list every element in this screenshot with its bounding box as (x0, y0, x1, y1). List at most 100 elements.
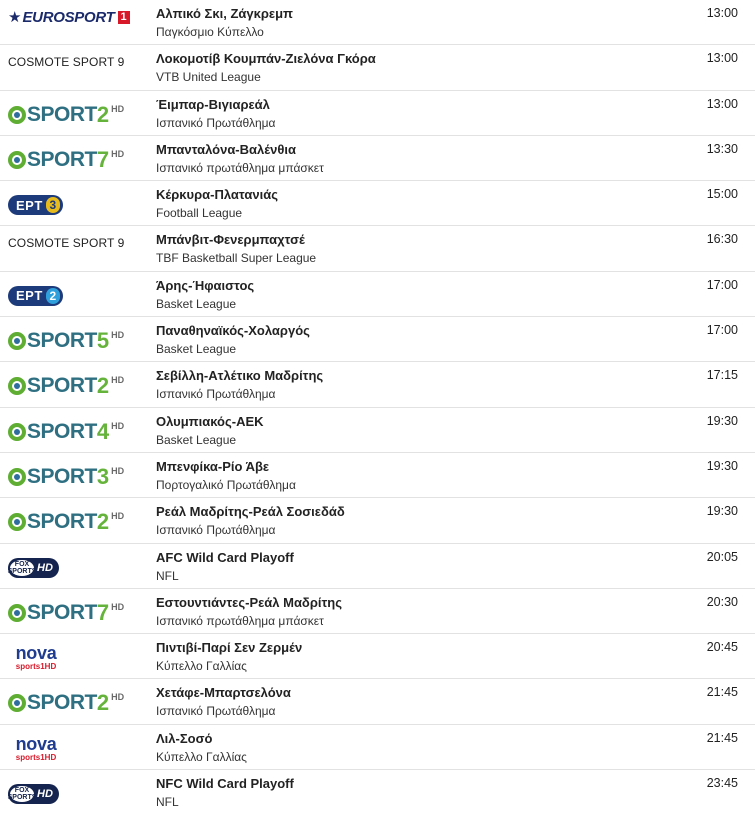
channel-number: 2 (96, 101, 110, 127)
event-time: 13:00 (706, 6, 738, 20)
ert2-logo: ΕΡΤ 2 (8, 285, 63, 306)
event-competition: VTB United League (156, 70, 261, 85)
nova-sports1-hd-logo: nova sports1HD (8, 644, 64, 671)
sport-ring-icon (8, 105, 26, 124)
channel-name: SPORT (27, 147, 97, 171)
event-info: NFC Wild Card Playoff NFL (156, 775, 294, 811)
schedule-row[interactable]: SPORT 2 HD Ρεάλ Μαδρίτης-Ρεάλ Σοσιεδάδ Ισπαν… (0, 498, 755, 544)
event-time: 19:30 (706, 504, 738, 519)
sport2-hd-logo: SPORT 2 HD (8, 102, 124, 128)
hd-label: HD (111, 148, 125, 159)
channel-name: SPORT (27, 600, 97, 624)
event-title[interactable]: Χετάφε-Μπαρτσελόνα (156, 684, 291, 702)
eurosport-logo: ★ EUROSPORT 1 (8, 8, 130, 26)
event-competition: Κύπελλο Γαλλίας (156, 749, 247, 764)
schedule-row[interactable]: FOX SPORTS HD NFC Wild Card Playoff NFL 23:4… (0, 770, 755, 815)
tv-schedule-list: ★ EUROSPORT 1 Αλπικό Σκι, Ζάγκρεμπ Παγκόσμιο… (0, 0, 755, 815)
event-info: Αλπικό Σκι, Ζάγκρεμπ Παγκόσμιο Κύπελλο (156, 5, 293, 41)
nova-sports1-hd-logo: nova sports1HD (8, 735, 64, 762)
event-time: 13:00 (706, 51, 738, 66)
event-time: 21:45 (706, 730, 738, 745)
event-info: Λιλ-Σοσό Κύπελλο Γαλλίας (156, 730, 247, 766)
channel-logo: nova sports1HD (8, 733, 148, 765)
event-title[interactable]: Μπενφίκα-Ρίο Άβε (156, 458, 296, 476)
star-icon: ★ (8, 9, 22, 26)
channel-number: 2 (96, 509, 110, 535)
event-title[interactable]: Ρεάλ Μαδρίτης-Ρεάλ Σοσιεδάδ (156, 503, 345, 521)
schedule-row[interactable]: COSMOTE SPORT 9 Λοκομοτίβ Κουμπάν-Ζιελόνα… (0, 45, 755, 91)
channel-logo: COSMOTE SPORT 9 (8, 53, 148, 85)
sport4-hd-logo: SPORT 4 HD (8, 419, 124, 445)
event-competition: Ισπανικό πρωτάθλημα μπάσκετ (156, 160, 324, 175)
event-time: 20:05 (706, 549, 738, 564)
event-title[interactable]: NFC Wild Card Playoff (156, 775, 294, 793)
event-title[interactable]: Μπάνβιτ-Φενερμπαχτσέ (156, 231, 316, 249)
channel-logo: nova sports1HD (8, 642, 148, 674)
event-time: 15:00 (706, 187, 738, 202)
schedule-row[interactable]: SPORT 2 HD Έιμπαρ-Βιγιαρεάλ Ισπανικό Πρωτάθλ… (0, 91, 755, 136)
channel-logo: SPORT 5 HD (8, 325, 148, 357)
channel-name: ΕΡΤ (16, 288, 43, 304)
event-info: Μπανταλόνα-Βαλένθια Ισπανικό πρωτάθλημα μ… (156, 141, 324, 177)
schedule-row[interactable]: SPORT 3 HD Μπενφίκα-Ρίο Άβε Πορτογαλικό Πρωτ… (0, 453, 755, 499)
channel-logo: ★ EUROSPORT 1 (8, 8, 148, 40)
schedule-row[interactable]: SPORT 7 HD Εστουντιάντες-Ρεάλ Μαδρίτης Ισπαν… (0, 589, 755, 635)
schedule-row[interactable]: COSMOTE SPORT 9 Μπάνβιτ-Φενερμπαχτσέ TBF B… (0, 226, 755, 272)
schedule-row[interactable]: FOX SPORTS HD AFC Wild Card Playoff NFL 20:0… (0, 544, 755, 589)
event-info: AFC Wild Card Playoff NFL (156, 549, 294, 585)
channel-logo: FOX SPORTS HD (8, 778, 148, 810)
sport-ring-icon (8, 694, 26, 713)
channel-name: SPORT (27, 419, 97, 443)
schedule-row[interactable]: SPORT 7 HD Μπανταλόνα-Βαλένθια Ισπανικό πρωτ… (0, 136, 755, 182)
event-title[interactable]: AFC Wild Card Playoff (156, 549, 294, 567)
event-title[interactable]: Λιλ-Σοσό (156, 730, 247, 748)
event-title[interactable]: Μπανταλόνα-Βαλένθια (156, 141, 324, 159)
schedule-row[interactable]: SPORT 2 HD Χετάφε-Μπαρτσελόνα Ισπανικό Πρωτά… (0, 679, 755, 725)
sport2-hd-logo: SPORT 2 HD (8, 690, 124, 716)
event-competition: Ισπανικό Πρωτάθλημα (156, 115, 276, 130)
event-time: 21:45 (706, 685, 738, 700)
event-title[interactable]: Λοκομοτίβ Κουμπάν-Ζιελόνα Γκόρα (156, 50, 376, 68)
schedule-row[interactable]: SPORT 2 HD Σεβίλλη-Ατλέτικο Μαδρίτης Ισπανικ… (0, 362, 755, 408)
event-title[interactable]: Κέρκυρα-Πλατανιάς (156, 186, 278, 204)
event-title[interactable]: Έιμπαρ-Βιγιαρεάλ (156, 96, 275, 114)
event-title[interactable]: Πιντιβί-Παρί Σεν Ζερμέν (156, 639, 302, 657)
fox-sports-hd-logo: FOX SPORTS HD (7, 557, 59, 578)
event-title[interactable]: Αλπικό Σκι, Ζάγκρεμπ (156, 5, 293, 23)
channel-number: 3 (45, 197, 60, 214)
event-competition: Παγκόσμιο Κύπελλο (156, 25, 264, 39)
channel-logo: ΕΡΤ 2 (8, 280, 148, 312)
channel-number: 1 (117, 10, 130, 24)
hd-label: HD (37, 561, 53, 574)
event-competition: Basket League (156, 296, 237, 311)
fox-sports-hd-logo: FOX SPORTS HD (8, 784, 59, 805)
schedule-row[interactable]: SPORT 5 HD Παναθηναϊκός-Χολαργός Basket Leag… (0, 317, 755, 363)
channel-logo: SPORT 2 HD (8, 370, 148, 402)
schedule-row[interactable]: ΕΡΤ 2 Άρης-Ήφαιστος Basket League 17:00 (0, 272, 755, 318)
event-time: 16:30 (706, 232, 738, 247)
schedule-row[interactable]: ★ EUROSPORT 1 Αλπικό Σκι, Ζάγκρεμπ Παγκόσμιο… (0, 0, 755, 46)
event-title[interactable]: Παναθηναϊκός-Χολαργός (156, 322, 310, 340)
schedule-row[interactable]: nova sports1HD Λιλ-Σοσό Κύπελλο Γαλλίας 21:4… (0, 725, 755, 771)
channel-logo: SPORT 3 HD (8, 461, 148, 493)
event-competition: Ισπανικό πρωτάθλημα μπάσκετ (156, 613, 324, 628)
schedule-row[interactable]: ΕΡΤ 3 Κέρκυρα-Πλατανιάς Football League 15:0… (0, 181, 755, 227)
event-time: 19:30 (706, 413, 738, 428)
hd-label: HD (111, 103, 125, 114)
event-competition: Basket League (156, 432, 237, 447)
hd-label: HD (111, 601, 125, 612)
channel-number: 3 (96, 463, 110, 489)
channel-name: FOX SPORTS (7, 559, 37, 576)
schedule-row[interactable]: SPORT 4 HD Ολυμπιακός-ΑΕΚ Basket League 19:30 (0, 408, 755, 453)
event-title[interactable]: Εστουντιάντες-Ρεάλ Μαδρίτης (156, 594, 342, 612)
event-time: 19:30 (706, 458, 738, 473)
hd-label: HD (111, 465, 125, 476)
event-title[interactable]: Άρης-Ήφαιστος (156, 277, 254, 295)
channel-logo: SPORT 2 HD (8, 506, 148, 538)
event-title[interactable]: Ολυμπιακός-ΑΕΚ (156, 413, 264, 431)
schedule-row[interactable]: nova sports1HD Πιντιβί-Παρί Σεν Ζερμέν Κύπε… (0, 634, 755, 680)
event-title[interactable]: Σεβίλλη-Ατλέτικο Μαδρίτης (156, 367, 323, 385)
sport-ring-icon (8, 422, 26, 441)
event-info: Έιμπαρ-Βιγιαρεάλ Ισπανικό Πρωτάθλημα (156, 96, 275, 132)
event-info: Ολυμπιακός-ΑΕΚ Basket League (156, 413, 264, 449)
